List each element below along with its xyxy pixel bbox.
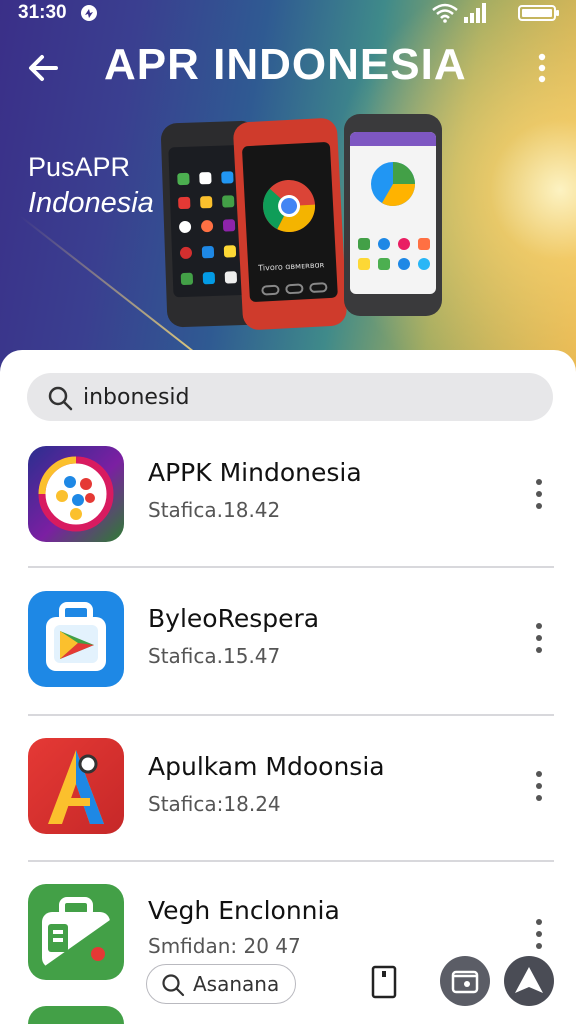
more-vertical-icon xyxy=(538,53,546,83)
chip-label: Asanana xyxy=(193,972,280,996)
browser-logo-icon xyxy=(263,180,316,233)
app-name: APPK Mindonesia xyxy=(148,458,362,487)
brand-title-line1: PusAPR xyxy=(28,152,131,182)
app-name: Vegh Enclonnia xyxy=(148,896,340,925)
search-icon xyxy=(48,386,73,411)
document-button[interactable] xyxy=(370,964,398,1000)
letter-a-app-icon xyxy=(28,738,124,834)
search-icon xyxy=(162,974,185,997)
arrow-left-icon xyxy=(29,55,58,81)
colorful-circle-app-icon xyxy=(28,446,124,542)
search-bar[interactable] xyxy=(27,373,553,421)
briefcase-play-app-icon xyxy=(28,591,124,687)
page-title: APR INDONESIA xyxy=(104,40,467,89)
battery-icon xyxy=(518,5,559,21)
app-name: Apulkam Mdoonsia xyxy=(148,752,385,781)
divider xyxy=(28,860,554,862)
phone-screen xyxy=(350,132,436,294)
status-bar: 31:30 xyxy=(0,0,576,26)
phone-mockup-center: Tivoro ɑвᴍᴇʀʙɑʀ xyxy=(232,117,348,331)
item-menu-button[interactable] xyxy=(528,618,550,658)
brand-title-line2: Indonesia xyxy=(28,187,154,219)
back-button[interactable] xyxy=(24,48,64,88)
phone-mockup-right xyxy=(344,114,442,316)
divider xyxy=(28,566,554,568)
app-name: ByleoRespera xyxy=(148,604,320,633)
navigate-button[interactable] xyxy=(504,956,554,1006)
app-meta: Stafica:18.24 xyxy=(148,792,281,816)
status-time: 31:30 xyxy=(18,2,67,23)
notification-app-icon xyxy=(81,5,97,21)
app-list-item[interactable]: Apulkam Mdoonsia Stafica:18.24 xyxy=(0,734,576,874)
signal-icon xyxy=(464,3,486,23)
phone-screen: Tivoro ɑвᴍᴇʀʙɑʀ xyxy=(241,141,338,303)
bottom-search-chip[interactable]: Asanana xyxy=(146,964,296,1004)
app-meta: Smfidan: 20 47 xyxy=(148,934,301,958)
app-meta: Stafica.18.42 xyxy=(148,498,281,522)
more-vertical-icon xyxy=(536,479,542,509)
wallet-button[interactable] xyxy=(440,956,490,1006)
partial-app-icon xyxy=(28,1006,124,1024)
overflow-menu-button[interactable] xyxy=(530,48,554,88)
more-vertical-icon xyxy=(536,771,542,801)
hero-banner: 31:30 APR INDONESIA PusAPR Indonesia Tiv… xyxy=(0,0,576,372)
search-input[interactable] xyxy=(83,383,523,411)
app-meta: Stafica.15.47 xyxy=(148,644,281,668)
more-vertical-icon xyxy=(536,623,542,653)
item-menu-button[interactable] xyxy=(528,474,550,514)
wallet-icon xyxy=(451,970,479,994)
play-store-logo-icon xyxy=(371,162,415,206)
app-list-item[interactable]: APPK Mindonesia Stafica.18.42 xyxy=(0,440,576,580)
wifi-icon xyxy=(432,3,458,23)
green-suitcase-app-icon xyxy=(28,884,124,980)
navigation-arrow-icon xyxy=(515,967,543,993)
item-menu-button[interactable] xyxy=(528,766,550,806)
item-menu-button[interactable] xyxy=(528,914,550,954)
app-list-item[interactable]: ByleoRespera Stafica.15.47 xyxy=(0,586,576,726)
divider xyxy=(28,714,554,716)
more-vertical-icon xyxy=(536,919,542,949)
document-icon xyxy=(371,965,397,999)
